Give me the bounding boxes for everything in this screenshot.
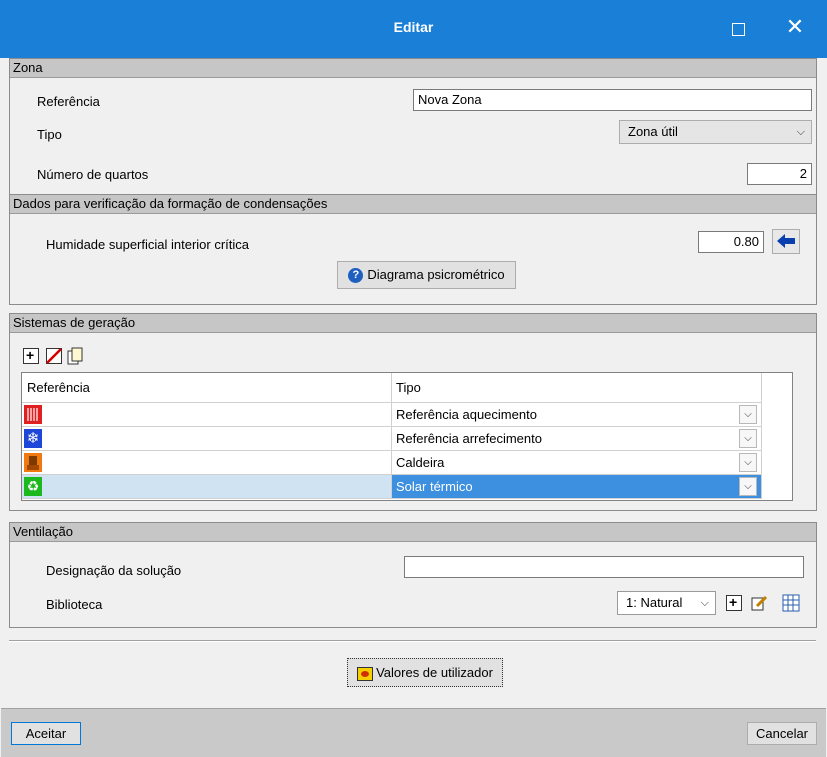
plus-icon: + [729, 594, 738, 610]
arrow-left-icon [777, 234, 795, 248]
table-row[interactable]: ❄ Referência arrefecimento ⌵ [22, 427, 790, 451]
radiator-icon [24, 405, 42, 424]
delete-row-button[interactable] [46, 348, 62, 364]
condensacoes-group: Dados para verificação da formação de co… [9, 194, 817, 305]
quartos-label: Número de quartos [37, 167, 149, 182]
copy-row-button[interactable] [67, 347, 84, 365]
diagrama-button-label: Diagrama psicrométrico [367, 267, 505, 282]
boiler-icon [24, 453, 42, 472]
tipo-cell[interactable]: Caldeira [392, 451, 762, 475]
humidade-arrow-button[interactable] [772, 229, 800, 254]
ventilacao-group: Ventilação Designação da solução Bibliot… [9, 522, 817, 628]
aceitar-button[interactable]: Aceitar [11, 722, 81, 745]
biblioteca-label: Biblioteca [46, 597, 103, 612]
maximize-icon [732, 23, 745, 36]
add-library-button[interactable]: + [726, 594, 742, 611]
valores-utilizador-label: Valores de utilizador [376, 665, 493, 680]
referencia-cell[interactable] [22, 451, 392, 475]
referencia-input[interactable]: Nova Zona [413, 89, 812, 111]
zona-group: Zona Referência Nova Zona Tipo Zona útil… [9, 58, 817, 305]
table-header-row: Referência Tipo [22, 373, 790, 403]
maximize-button[interactable] [725, 16, 751, 42]
chevron-down-icon[interactable]: ⌵ [739, 429, 757, 448]
bottom-bar: Aceitar Cancelar [1, 708, 826, 757]
tipo-cell[interactable]: Solar térmico [392, 475, 762, 499]
add-row-button[interactable]: + [23, 347, 39, 364]
chevron-down-icon[interactable]: ⌵ [739, 453, 757, 472]
chevron-down-icon[interactable]: ⌵ [739, 405, 757, 424]
window-title: Editar [393, 19, 434, 35]
biblioteca-select-value: 1: Natural [626, 595, 683, 610]
tipo-label: Tipo [37, 127, 62, 142]
sistemas-table: Referência Tipo Referência aquecimento ⌵… [21, 372, 793, 501]
diagrama-button[interactable]: ? Diagrama psicrométrico [337, 261, 516, 289]
copy-icon [67, 347, 83, 365]
referencia-cell[interactable] [22, 403, 392, 427]
user-values-icon [357, 666, 374, 681]
delete-icon [46, 348, 62, 364]
close-icon: ✕ [785, 14, 805, 39]
ventilacao-header: Ventilação [10, 523, 816, 542]
snowflake-icon: ❄ [24, 429, 42, 448]
sistemas-group: Sistemas de geração + Referência Tipo Re… [9, 313, 817, 511]
dialog-body: Zona Referência Nova Zona Tipo Zona útil… [1, 58, 826, 757]
referencia-label: Referência [37, 94, 100, 109]
referencia-cell[interactable] [22, 427, 392, 451]
zona-header: Zona [10, 59, 816, 78]
tipo-select[interactable]: Zona útil ⌵ [619, 120, 812, 144]
referencia-cell[interactable] [22, 475, 392, 499]
condensacoes-header: Dados para verificação da formação de co… [10, 195, 816, 214]
title-bar: Editar ✕ [0, 0, 827, 58]
biblioteca-select[interactable]: 1: Natural ⌵ [617, 591, 716, 615]
valores-utilizador-button[interactable]: Valores de utilizador [347, 658, 503, 687]
plus-icon: + [26, 347, 35, 363]
edit-library-button[interactable] [751, 595, 768, 611]
cancelar-button[interactable]: Cancelar [747, 722, 817, 745]
help-icon: ? [348, 268, 364, 284]
designacao-label: Designação da solução [46, 563, 182, 578]
designacao-input[interactable] [404, 556, 804, 578]
recycle-icon: ♻ [24, 477, 42, 496]
column-header-tipo[interactable]: Tipo [392, 373, 762, 403]
humidade-label: Humidade superficial interior crítica [46, 237, 250, 252]
tipo-cell[interactable]: Referência arrefecimento [392, 427, 762, 451]
close-button[interactable]: ✕ [780, 12, 810, 42]
column-header-referencia[interactable]: Referência [22, 373, 392, 403]
table-row-selected[interactable]: ♻ Solar térmico ⌵ [22, 475, 790, 499]
quartos-input[interactable]: 2 [747, 163, 812, 185]
chevron-down-icon: ⌵ [796, 126, 805, 138]
tipo-cell[interactable]: Referência aquecimento [392, 403, 762, 427]
separator [9, 640, 816, 642]
tipo-select-value: Zona útil [628, 124, 678, 139]
table-row[interactable]: Caldeira ⌵ [22, 451, 790, 475]
table-row[interactable]: Referência aquecimento ⌵ [22, 403, 790, 427]
sistemas-header: Sistemas de geração [10, 314, 816, 333]
chevron-down-icon: ⌵ [700, 597, 709, 609]
grid-icon [782, 594, 800, 612]
humidade-input[interactable]: 0.80 [698, 231, 764, 253]
table-library-button[interactable] [782, 594, 800, 612]
edit-icon [751, 595, 768, 611]
chevron-down-icon[interactable]: ⌵ [739, 477, 757, 496]
